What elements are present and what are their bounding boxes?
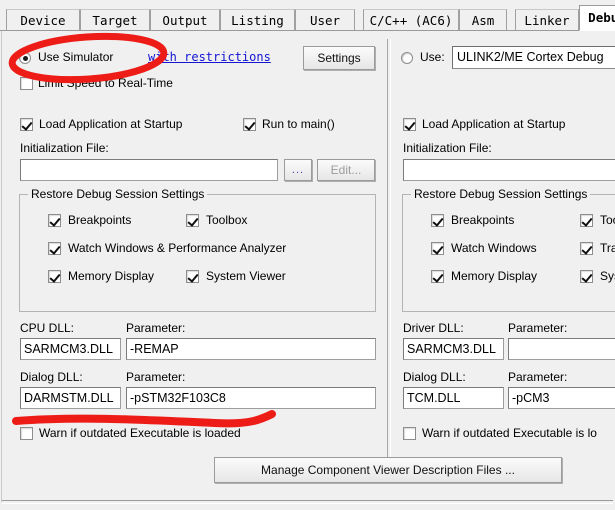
label-cpu-dll: CPU DLL: [20, 321, 75, 335]
checkbox-breakpoints-right[interactable] [431, 214, 444, 227]
checkbox-trace-right[interactable] [580, 242, 593, 255]
label-driver-dll: Driver DLL: [403, 321, 464, 335]
checkbox-toolbox-right[interactable] [580, 214, 593, 227]
input-dialog-dll-right[interactable]: TCM.DLL [403, 387, 504, 409]
tab-output[interactable]: Output [150, 9, 220, 30]
label-initialization-file-right: Initialization File: [403, 141, 492, 155]
checkbox-memory-display-right[interactable] [431, 270, 444, 283]
label-watch-windows-left: Watch Windows & Performance Analyzer [68, 241, 287, 255]
radio-use-simulator[interactable] [19, 52, 31, 64]
label-dialog-dll-right: Dialog DLL: [403, 370, 466, 384]
checkbox-load-application-right[interactable] [403, 118, 416, 131]
ellipsis-icon: ... [291, 164, 305, 176]
debug-page-body: Use Simulator with restrictions Settings… [0, 30, 615, 504]
tab-listing[interactable]: Listing [220, 9, 295, 30]
label-memory-display-right: Memory Display [451, 269, 538, 283]
checkbox-memory-display-left[interactable] [48, 270, 61, 283]
label-system-viewer-right: Syst [600, 269, 615, 283]
manage-component-viewer-button[interactable]: Manage Component Viewer Description File… [214, 457, 562, 483]
label-use-debugger: Use: [420, 50, 445, 64]
page-bottom-border [2, 500, 613, 504]
input-initialization-file-left[interactable] [20, 159, 278, 181]
checkbox-breakpoints-left[interactable] [48, 214, 61, 227]
checkbox-warn-outdated-left[interactable] [20, 427, 33, 440]
options-dialog-debug-tab: Device Target Output Listing User C/C++ … [0, 0, 615, 510]
tab-linker[interactable]: Linker [515, 9, 579, 30]
label-dialog-dll-left: Dialog DLL: [20, 370, 83, 384]
tab-user[interactable]: User [295, 9, 355, 30]
checkbox-toolbox-left[interactable] [186, 214, 199, 227]
checkbox-warn-outdated-right[interactable] [403, 427, 416, 440]
label-limit-speed: Limit Speed to Real-Time [38, 76, 173, 90]
label-trace-right: Trac [600, 241, 615, 255]
group-title-restore-session-left: Restore Debug Session Settings [28, 188, 208, 201]
input-driver-parameter[interactable] [508, 338, 615, 360]
page-left-edge [1, 31, 2, 502]
tab-cpp[interactable]: C/C++ (AC6) [363, 9, 459, 30]
label-use-simulator: Use Simulator [38, 50, 114, 64]
input-dialog-parameter-left[interactable]: -pSTM32F103C8 [126, 387, 376, 409]
label-warn-outdated-right: Warn if outdated Executable is lo [422, 426, 597, 440]
link-with-restrictions[interactable]: with restrictions [148, 50, 271, 64]
input-dialog-dll-left[interactable]: DARMSTM.DLL [20, 387, 121, 409]
input-dialog-parameter-right[interactable]: -pCM3 [508, 387, 615, 409]
label-cpu-parameter: Parameter: [126, 321, 186, 335]
label-watch-windows-right: Watch Windows [451, 241, 537, 255]
radio-use-debugger[interactable] [401, 52, 413, 64]
select-debugger[interactable]: ULINK2/ME Cortex Debug [452, 46, 615, 69]
label-dialog-parameter-right: Parameter: [508, 370, 568, 384]
checkbox-watch-windows-right[interactable] [431, 242, 444, 255]
label-memory-display-left: Memory Display [68, 269, 155, 283]
checkbox-watch-windows-left[interactable] [48, 242, 61, 255]
label-run-to-main-left: Run to main() [262, 117, 335, 131]
label-warn-outdated-left: Warn if outdated Executable is loaded [39, 426, 241, 440]
label-dialog-parameter-left: Parameter: [126, 370, 186, 384]
label-driver-parameter: Parameter: [508, 321, 568, 335]
browse-initialization-file-button[interactable]: ... [284, 159, 312, 181]
checkbox-system-viewer-right[interactable] [580, 270, 593, 283]
label-breakpoints-right: Breakpoints [451, 213, 515, 227]
tab-device[interactable]: Device [6, 9, 80, 30]
label-load-application-left: Load Application at Startup [39, 117, 183, 131]
label-breakpoints-left: Breakpoints [68, 213, 132, 227]
label-toolbox-right: Tool [600, 213, 615, 227]
label-initialization-file-left: Initialization File: [20, 141, 109, 155]
label-toolbox-left: Toolbox [206, 213, 248, 227]
tab-target[interactable]: Target [80, 9, 150, 30]
tab-asm[interactable]: Asm [459, 9, 507, 30]
group-title-restore-session-right: Restore Debug Session Settings [411, 188, 591, 201]
checkbox-system-viewer-left[interactable] [186, 270, 199, 283]
edit-initialization-file-button[interactable]: Edit... [317, 159, 375, 181]
checkbox-limit-speed[interactable] [20, 77, 33, 90]
checkbox-load-application-left[interactable] [20, 118, 33, 131]
input-cpu-parameter[interactable]: -REMAP [126, 338, 376, 360]
simulator-settings-button[interactable]: Settings [303, 46, 375, 70]
input-cpu-dll[interactable]: SARMCM3.DLL [20, 338, 121, 360]
label-load-application-right: Load Application at Startup [422, 117, 566, 131]
input-initialization-file-right[interactable] [403, 159, 615, 181]
input-driver-dll[interactable]: SARMCM3.DLL [403, 338, 504, 360]
tab-debug[interactable]: Debug [579, 5, 615, 31]
panel-divider [387, 39, 391, 464]
tab-strip: Device Target Output Listing User C/C++ … [0, 0, 615, 31]
checkbox-run-to-main-left[interactable] [243, 118, 256, 131]
label-system-viewer-left: System Viewer [206, 269, 286, 283]
